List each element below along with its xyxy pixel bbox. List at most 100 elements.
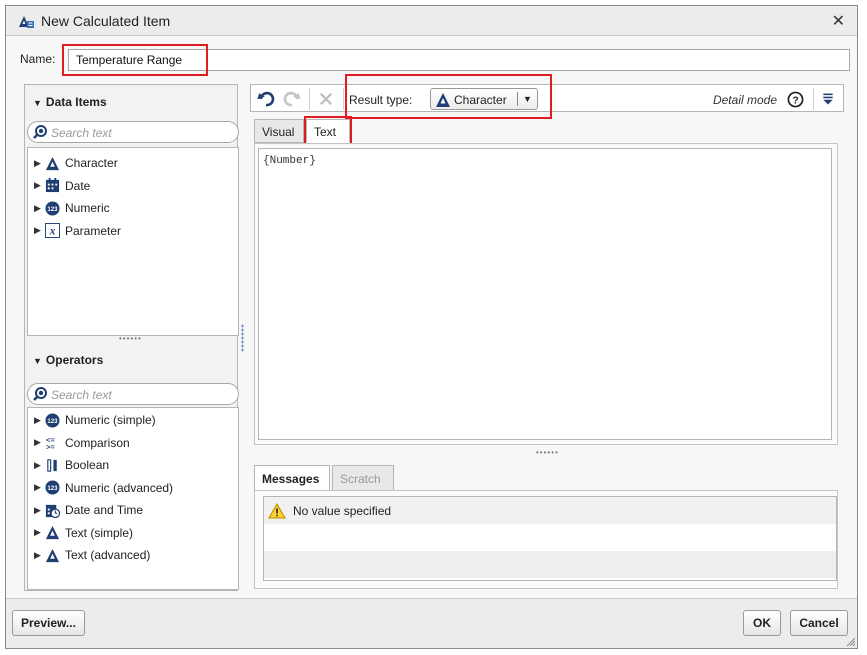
message-text: No value specified: [293, 503, 392, 518]
close-icon[interactable]: ✕: [832, 11, 845, 31]
expand-arrow-icon[interactable]: ▶: [34, 415, 44, 426]
expand-arrow-icon[interactable]: ▶: [34, 550, 44, 561]
toolbar-separator: [343, 88, 344, 110]
list-item: [264, 524, 836, 551]
detail-mode-toggle[interactable]: Detail mode: [713, 93, 777, 107]
data-items-search-input[interactable]: Search text: [27, 121, 239, 143]
resize-grip-icon[interactable]: [845, 636, 855, 646]
expand-arrow-icon[interactable]: ▶: [34, 180, 44, 191]
tree-item-label: Numeric: [65, 201, 110, 216]
search-placeholder: Search text: [51, 126, 112, 140]
result-type-dropdown[interactable]: Character ▼: [430, 88, 538, 110]
calculated-item-icon: [19, 16, 34, 28]
operators-title: Operators: [45, 353, 104, 367]
numeric-icon: 123: [44, 480, 60, 496]
tree-item-label: Text (advanced): [65, 548, 151, 563]
expand-arrow-icon[interactable]: ▶: [34, 527, 44, 538]
name-label: Name:: [20, 52, 56, 66]
title-bar[interactable]: New Calculated Item ✕: [6, 6, 857, 36]
expand-arrow-icon[interactable]: ▶: [34, 158, 44, 169]
expression-editor[interactable]: {Number}: [258, 148, 832, 440]
tab-scratch[interactable]: Scratch: [332, 465, 394, 491]
warning-icon: [268, 502, 286, 518]
search-icon: [33, 125, 47, 139]
date-time-icon: [44, 502, 60, 518]
character-icon: [44, 547, 60, 563]
left-panel: ▼ Data Items Search text ▶ Character ▶ D…: [24, 84, 239, 591]
tree-item-label: Date: [65, 178, 91, 193]
undo-icon[interactable]: [257, 90, 275, 108]
tab-messages[interactable]: Messages: [254, 465, 330, 491]
messages-list: No value specified: [263, 496, 837, 581]
expand-arrow-icon[interactable]: ▶: [34, 203, 44, 214]
tree-item-boolean[interactable]: ▶ Boolean: [28, 454, 238, 477]
overflow-menu-icon[interactable]: [819, 90, 837, 108]
tree-item-label: Comparison: [65, 435, 130, 450]
dropdown-separator: [517, 92, 518, 106]
chevron-down-icon: ▼: [523, 94, 532, 104]
tree-item-label: Numeric (advanced): [65, 480, 174, 495]
messages-frame: No value specified: [254, 490, 838, 589]
tree-item-parameter[interactable]: ▶ x Parameter: [28, 220, 238, 243]
data-items-header[interactable]: ▼ Data Items: [25, 85, 237, 113]
tree-item-numeric-advanced[interactable]: ▶ 123 Numeric (advanced): [28, 477, 238, 500]
right-panel: Result type: Character ▼ Detail mode ? V…: [250, 74, 844, 591]
expand-arrow-icon[interactable]: ▶: [34, 437, 44, 448]
svg-text:123: 123: [47, 485, 58, 492]
redo-icon[interactable]: [283, 90, 301, 108]
delete-icon[interactable]: [317, 90, 335, 108]
tree-item-label: Text (simple): [65, 525, 134, 540]
collapse-triangle-icon: ▼: [33, 356, 42, 366]
tab-visual[interactable]: Visual: [254, 119, 304, 143]
data-items-title: Data Items: [45, 95, 107, 109]
toolbar-separator: [309, 88, 310, 110]
tree-item-label: Date and Time: [65, 503, 144, 518]
svg-text:>=: >=: [45, 443, 54, 450]
tree-item-text-simple[interactable]: ▶ Text (simple): [28, 522, 238, 545]
tree-item-label: Parameter: [65, 223, 122, 238]
tree-item-character[interactable]: ▶ Character: [28, 152, 238, 175]
operators-search-input[interactable]: Search text: [27, 383, 239, 405]
list-item[interactable]: No value specified: [264, 497, 836, 524]
expand-arrow-icon[interactable]: ▶: [34, 505, 44, 516]
horizontal-splitter-handle[interactable]: ••••••: [119, 334, 142, 343]
tab-text[interactable]: Text: [306, 119, 350, 143]
expand-arrow-icon[interactable]: ▶: [34, 482, 44, 493]
boolean-icon: [44, 457, 60, 473]
operators-header[interactable]: ▼ Operators: [25, 343, 237, 371]
collapse-triangle-icon: ▼: [33, 98, 42, 108]
help-icon[interactable]: ?: [786, 90, 804, 108]
dialog-footer: Preview... OK Cancel: [6, 598, 857, 648]
parameter-icon: x: [44, 223, 60, 239]
search-icon: [33, 387, 47, 401]
svg-text:x: x: [48, 226, 55, 238]
tree-item-date[interactable]: ▶ Date: [28, 175, 238, 198]
horizontal-splitter-handle[interactable]: ••••••: [536, 448, 559, 457]
svg-text:?: ?: [792, 95, 798, 106]
tree-item-numeric[interactable]: ▶ 123 Numeric: [28, 197, 238, 220]
result-type-value: Character: [454, 93, 507, 107]
tree-item-label: Numeric (simple): [65, 413, 156, 428]
expand-arrow-icon[interactable]: ▶: [34, 225, 44, 236]
dialog-title: New Calculated Item: [41, 13, 171, 29]
expand-arrow-icon[interactable]: ▶: [34, 460, 44, 471]
ok-button[interactable]: OK: [743, 610, 781, 636]
name-input[interactable]: [68, 49, 850, 71]
character-icon: [44, 525, 60, 541]
cancel-button[interactable]: Cancel: [790, 610, 848, 636]
comparison-icon: <= >=: [44, 435, 60, 451]
tree-item-date-and-time[interactable]: ▶ Date and Time: [28, 499, 238, 522]
list-item: [264, 551, 836, 578]
numeric-icon: 123: [44, 200, 60, 216]
tree-item-comparison[interactable]: ▶ <= >= Comparison: [28, 432, 238, 455]
vertical-splitter-handle[interactable]: [241, 324, 244, 352]
tree-item-numeric-simple[interactable]: ▶ 123 Numeric (simple): [28, 409, 238, 432]
svg-text:123: 123: [47, 206, 58, 213]
tree-item-label: Boolean: [65, 458, 110, 473]
operators-tree: ▶ 123 Numeric (simple) ▶ <= >= Comparison…: [27, 407, 239, 590]
preview-button[interactable]: Preview...: [12, 610, 85, 636]
data-items-tree: ▶ Character ▶ Date ▶ 123 Numeric ▶ x Par…: [27, 147, 239, 336]
toolbar-separator: [813, 88, 814, 110]
tree-item-text-advanced[interactable]: ▶ Text (advanced): [28, 544, 238, 567]
numeric-icon: 123: [44, 412, 60, 428]
